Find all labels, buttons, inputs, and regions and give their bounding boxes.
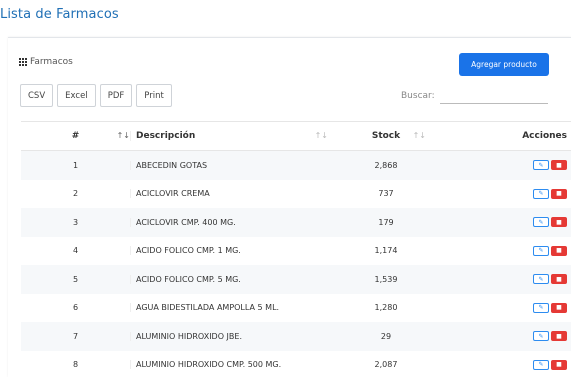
cell-actions: ✎ ■ bbox=[436, 274, 571, 285]
cell-stock: 1,174 bbox=[374, 246, 398, 256]
trash-icon[interactable]: ■ bbox=[551, 160, 567, 171]
page-title: Lista de Farmacos bbox=[0, 7, 119, 22]
trash-icon[interactable]: ■ bbox=[551, 245, 567, 256]
column-header-actions-label: Acciones bbox=[522, 131, 567, 141]
column-header-stock-label: Stock bbox=[371, 131, 401, 141]
cell-stock: 1,539 bbox=[374, 274, 398, 284]
column-header-stock[interactable]: Stock ↑↓ bbox=[336, 131, 436, 141]
table-row: 6 AGUA BIDESTILADA AMPOLLA 5 ML. 1,280 ✎… bbox=[21, 294, 571, 323]
table-body: 1 ABECEDIN GOTAS 2,868 ✎ ■ 2 ACICLOVIR C… bbox=[21, 151, 571, 377]
cell-actions: ✎ ■ bbox=[436, 302, 571, 313]
products-card: Farmacos Agregar producto CSV Excel PDF … bbox=[8, 37, 571, 377]
trash-icon[interactable]: ■ bbox=[551, 302, 567, 313]
cell-stock: 737 bbox=[378, 189, 394, 199]
table-row: 2 ACICLOVIR CREMA 737 ✎ ■ bbox=[21, 180, 571, 209]
column-header-num-label: # bbox=[71, 131, 80, 141]
cell-description: ACICLOVIR CMP. 400 MG. bbox=[136, 217, 236, 227]
export-buttons: CSV Excel PDF Print bbox=[20, 84, 172, 107]
column-header-actions: Acciones bbox=[436, 131, 571, 141]
cell-description: ALUMINIO HIDROXIDO JBE. bbox=[136, 331, 242, 341]
cell-stock: 29 bbox=[380, 331, 392, 341]
cell-actions: ✎ ■ bbox=[436, 245, 571, 256]
edit-icon[interactable]: ✎ bbox=[533, 274, 549, 285]
column-header-description-label: Descripción bbox=[136, 131, 196, 141]
trash-icon[interactable]: ■ bbox=[551, 331, 567, 342]
sort-asc-icon: ↑↓ bbox=[116, 131, 130, 140]
products-table: # ↑↓ Descripción ↑↓ Stock ↑↓ Acciones 1 … bbox=[21, 121, 571, 377]
cell-actions: ✎ ■ bbox=[436, 188, 571, 199]
cell-description: ABECEDIN GOTAS bbox=[136, 160, 208, 170]
search-label: Buscar: bbox=[401, 91, 435, 101]
cell-stock: 179 bbox=[378, 217, 394, 227]
cell-actions: ✎ ■ bbox=[436, 217, 571, 228]
export-excel-button[interactable]: Excel bbox=[57, 84, 96, 107]
table-row: 4 ACIDO FOLICO CMP. 1 MG. 1,174 ✎ ■ bbox=[21, 237, 571, 266]
table-row: 5 ACIDO FOLICO CMP. 5 MG. 1,539 ✎ ■ bbox=[21, 265, 571, 294]
export-csv-button[interactable]: CSV bbox=[20, 84, 54, 107]
cell-description: ACIDO FOLICO CMP. 1 MG. bbox=[136, 246, 241, 256]
cell-num: 3 bbox=[21, 217, 131, 227]
table-row: 8 ALUMINIO HIDROXIDO CMP. 500 MG. 2,087 … bbox=[21, 351, 571, 377]
cell-stock: 1,280 bbox=[374, 303, 398, 313]
cell-description: ACICLOVIR CREMA bbox=[136, 189, 210, 199]
cell-description: AGUA BIDESTILADA AMPOLLA 5 ML. bbox=[136, 303, 280, 313]
cell-num: 7 bbox=[21, 331, 131, 341]
print-button[interactable]: Print bbox=[136, 84, 172, 107]
cell-description: ALUMINIO HIDROXIDO CMP. 500 MG. bbox=[136, 360, 282, 370]
cell-stock: 2,087 bbox=[374, 360, 398, 370]
sort-icon: ↑↓ bbox=[412, 131, 426, 140]
cell-num: 1 bbox=[21, 160, 131, 170]
search-input[interactable] bbox=[440, 88, 548, 104]
trash-icon[interactable]: ■ bbox=[551, 217, 567, 228]
export-pdf-button[interactable]: PDF bbox=[99, 84, 133, 107]
cell-num: 4 bbox=[21, 246, 131, 256]
edit-icon[interactable]: ✎ bbox=[533, 217, 549, 228]
card-header: Farmacos bbox=[19, 57, 73, 67]
edit-icon[interactable]: ✎ bbox=[533, 331, 549, 342]
table-header: # ↑↓ Descripción ↑↓ Stock ↑↓ Acciones bbox=[21, 121, 571, 151]
edit-icon[interactable]: ✎ bbox=[533, 302, 549, 313]
table-row: 7 ALUMINIO HIDROXIDO JBE. 29 ✎ ■ bbox=[21, 322, 571, 351]
column-header-description[interactable]: Descripción ↑↓ bbox=[131, 131, 336, 141]
card-header-label: Farmacos bbox=[30, 57, 73, 67]
cell-stock: 2,868 bbox=[374, 160, 398, 170]
cell-actions: ✎ ■ bbox=[436, 331, 571, 342]
cell-num: 6 bbox=[21, 303, 131, 313]
cell-num: 8 bbox=[21, 360, 131, 370]
cell-num: 2 bbox=[21, 189, 131, 199]
sort-icon: ↑↓ bbox=[314, 131, 328, 140]
table-row: 1 ABECEDIN GOTAS 2,868 ✎ ■ bbox=[21, 151, 571, 180]
edit-icon[interactable]: ✎ bbox=[533, 188, 549, 199]
cell-actions: ✎ ■ bbox=[436, 359, 571, 370]
column-header-num[interactable]: # ↑↓ bbox=[21, 131, 131, 141]
cell-num: 5 bbox=[21, 274, 131, 284]
cell-description: ACIDO FOLICO CMP. 5 MG. bbox=[136, 274, 241, 284]
table-row: 3 ACICLOVIR CMP. 400 MG. 179 ✎ ■ bbox=[21, 208, 571, 237]
edit-icon[interactable]: ✎ bbox=[533, 359, 549, 370]
trash-icon[interactable]: ■ bbox=[551, 359, 567, 370]
add-product-button[interactable]: Agregar producto bbox=[459, 53, 549, 76]
trash-icon[interactable]: ■ bbox=[551, 274, 567, 285]
edit-icon[interactable]: ✎ bbox=[533, 160, 549, 171]
grid-icon bbox=[19, 58, 27, 66]
edit-icon[interactable]: ✎ bbox=[533, 245, 549, 256]
trash-icon[interactable]: ■ bbox=[551, 188, 567, 199]
cell-actions: ✎ ■ bbox=[436, 160, 571, 171]
